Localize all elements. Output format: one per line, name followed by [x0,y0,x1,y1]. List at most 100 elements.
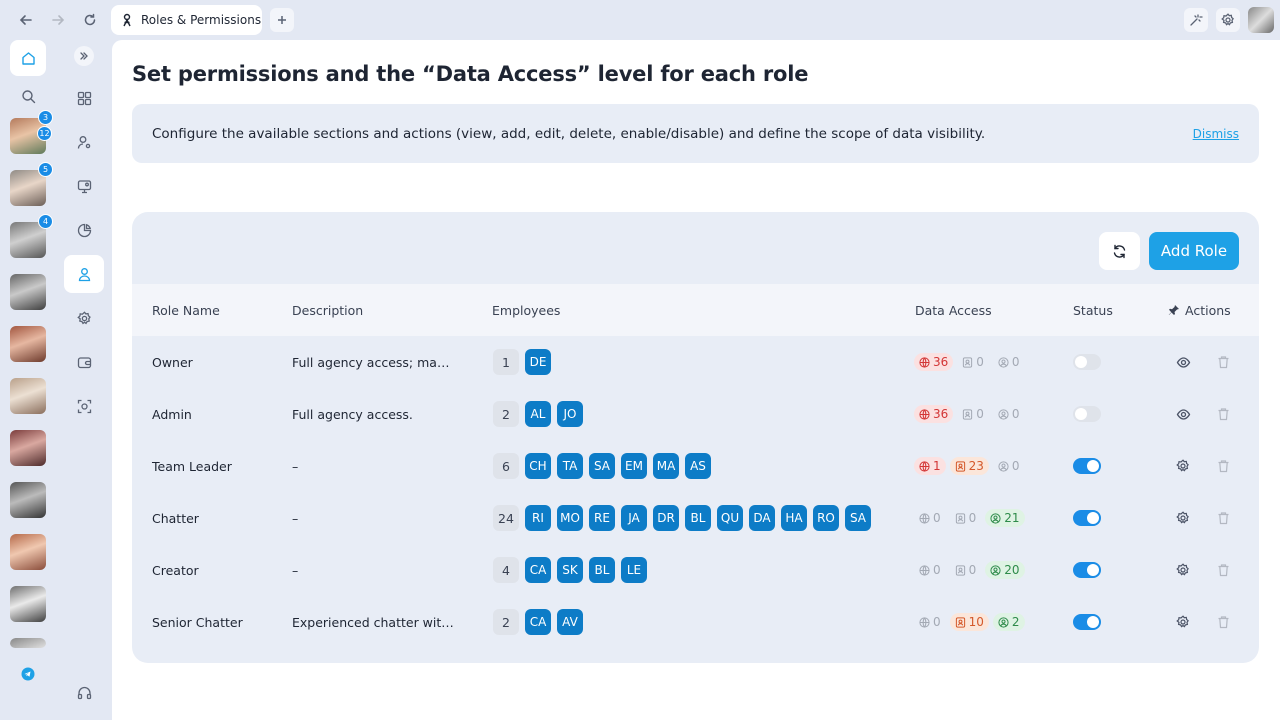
dismiss-link[interactable]: Dismiss [1193,127,1239,141]
gear-icon [1221,13,1234,26]
search-button[interactable] [10,78,46,114]
employee-chip[interactable]: TA [557,453,583,479]
chat-avatar[interactable]: 3 12 [10,110,53,154]
home-button[interactable] [10,40,46,76]
delete-button[interactable] [1215,458,1231,474]
employee-chip[interactable]: AS [685,453,711,479]
status-toggle[interactable] [1073,354,1101,370]
nav-monitoring[interactable] [64,167,104,205]
magic-button[interactable] [1184,8,1208,32]
delete-button[interactable] [1215,354,1231,370]
employee-chip[interactable]: DE [525,349,551,375]
employee-chip[interactable]: LE [621,557,647,583]
telegram-button[interactable] [10,656,46,692]
chat-avatar[interactable]: 5 [10,162,53,206]
pin-icon [1168,305,1179,315]
user-avatar[interactable] [1248,7,1274,33]
employee-chip[interactable]: SA [589,453,615,479]
employee-chip[interactable]: CH [525,453,551,479]
employee-chip[interactable]: HA [781,505,807,531]
globe-icon [919,564,930,576]
grid-icon [77,91,91,105]
settings-button[interactable] [1175,510,1191,526]
delete-button[interactable] [1215,614,1231,630]
chat-avatar[interactable] [10,430,46,466]
chat-avatar[interactable] [10,326,46,362]
chat-avatar[interactable] [10,534,46,570]
employee-chip[interactable]: RE [589,505,615,531]
description-cell: – [292,544,457,596]
chat-avatar[interactable] [10,378,46,414]
employee-chip[interactable]: DA [749,505,775,531]
employee-chip[interactable]: AL [525,401,551,427]
status-toggle[interactable] [1073,562,1101,578]
nav-dashboard[interactable] [64,79,104,117]
browser-tab[interactable]: Roles & Permissions [111,5,262,35]
employee-chip[interactable]: QU [717,505,743,531]
employee-chip[interactable]: RO [813,505,839,531]
status-toggle[interactable] [1073,458,1101,474]
nav-roles[interactable] [64,255,104,293]
employee-chip[interactable]: EM [621,453,647,479]
access-personal-value: 0 [1011,407,1020,421]
gear-icon [1176,615,1189,628]
settings-button[interactable] [1175,614,1191,630]
description-cell: Experienced chatter with s... [292,596,457,648]
status-toggle[interactable] [1073,614,1101,630]
chat-avatar[interactable] [10,274,46,310]
refresh-button[interactable] [1099,232,1140,270]
employee-chip[interactable]: RI [525,505,551,531]
settings-button[interactable] [1216,8,1240,32]
view-button[interactable] [1175,406,1191,422]
status-cell [1073,440,1101,492]
access-global-value: 0 [933,563,941,577]
add-role-button[interactable]: Add Role [1149,232,1239,270]
role-name: Admin [152,406,192,422]
roles-card: Add Role Role Name Description Employees… [132,212,1259,663]
employee-chip[interactable]: SA [845,505,871,531]
settings-button[interactable] [1175,458,1191,474]
chat-avatar[interactable] [10,482,46,518]
employee-chip[interactable]: DR [653,505,679,531]
user-circle-icon [998,460,1009,472]
employee-chip[interactable]: CA [525,557,551,583]
back-button[interactable] [14,8,38,32]
settings-button[interactable] [1175,562,1191,578]
status-toggle[interactable] [1073,510,1101,526]
unread-badge: 12 [37,126,52,141]
new-tab-button[interactable] [270,8,294,32]
nav-wallet[interactable] [64,343,104,381]
expand-sidebar-button[interactable] [74,46,94,66]
employee-chip[interactable]: MA [653,453,679,479]
employee-chip[interactable]: JA [621,505,647,531]
nav-analytics[interactable] [64,211,104,249]
employee-chip[interactable]: BL [589,557,615,583]
view-button[interactable] [1175,354,1191,370]
user-circle-icon [998,408,1009,420]
nav-support[interactable] [64,673,104,711]
status-toggle[interactable] [1073,406,1101,422]
employee-chip[interactable]: CA [525,609,551,635]
header-actions: Actions [1185,302,1231,318]
chat-avatar[interactable] [10,638,46,648]
employee-chip[interactable]: BL [685,505,711,531]
delete-button[interactable] [1215,510,1231,526]
chat-avatar[interactable]: 4 [10,214,53,258]
delete-button[interactable] [1215,406,1231,422]
nav-users[interactable] [64,123,104,161]
nav-scanner[interactable] [64,387,104,425]
chat-avatar[interactable] [10,586,46,622]
access-global-value: 0 [933,615,941,629]
employee-chip[interactable]: SK [557,557,583,583]
nav-settings[interactable] [64,299,104,337]
employee-chip[interactable]: AV [557,609,583,635]
data-access-cell: 0 10 2 [914,596,1029,648]
forward-button[interactable] [46,8,70,32]
employee-chip[interactable]: MO [557,505,583,531]
status-cell [1073,544,1101,596]
delete-button[interactable] [1215,562,1231,578]
reload-button[interactable] [78,8,102,32]
toggle-knob [1087,616,1099,628]
eye-icon [1176,408,1190,420]
employee-chip[interactable]: JO [557,401,583,427]
